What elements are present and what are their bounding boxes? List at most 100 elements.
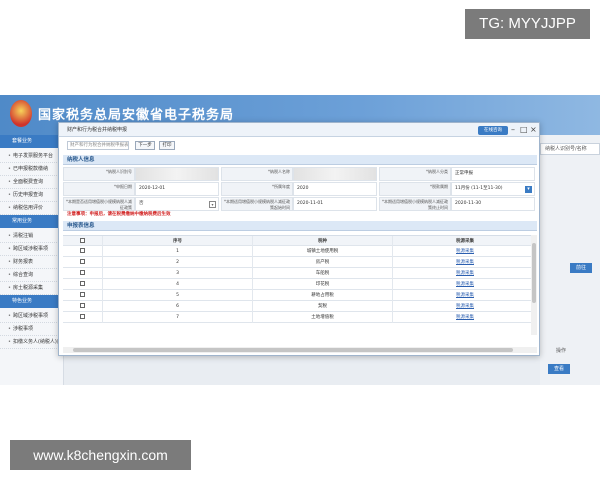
sidebar-item[interactable]: 跨区域涉税事项 xyxy=(0,243,63,256)
sidebar-category[interactable]: 常用业务 xyxy=(0,215,63,228)
form-field-value: 2020-11-01 xyxy=(293,197,377,211)
dialog-titlebar: 财产和行为税合并纳税申报 在线咨询 – □ × xyxy=(59,123,539,137)
site-title: 国家税务总局安徽省电子税务局 xyxy=(38,108,235,123)
sidebar-item[interactable]: 全面税费查询 xyxy=(0,176,63,189)
sidebar-item[interactable]: 历史申报查询 xyxy=(0,189,63,202)
table-header: 序号 税种 税源采集 xyxy=(63,235,537,247)
collect-tax-source-link[interactable]: 税源采集 xyxy=(456,315,474,320)
declaration-dialog: 财产和行为税合并纳税申报 在线咨询 – □ × 财产和行为税合并纳税申报表 下一… xyxy=(58,122,540,356)
go-button[interactable]: 前往 xyxy=(570,263,592,273)
horizontal-scroll-thumb[interactable] xyxy=(73,348,513,352)
sidebar-item[interactable]: 财务报表 xyxy=(0,256,63,269)
form-field-label: *纳税人分类 xyxy=(379,167,451,181)
collect-tax-source-link[interactable]: 税源采集 xyxy=(456,249,474,254)
notice-text: 注意事项：申报后，请在税费缴纳中缴纳税费后生效 xyxy=(67,212,171,217)
sidebar-item[interactable]: 清税注销 xyxy=(0,230,63,243)
form-field-select[interactable]: 11月份 (11-1至11-30) ▾ xyxy=(451,182,535,196)
row-checkbox[interactable] xyxy=(80,248,85,253)
chevron-down-icon[interactable]: ▾ xyxy=(525,186,532,193)
row-tax-type: 城镇土地使用税 xyxy=(253,246,393,257)
row-tax-type: 房产税 xyxy=(253,257,393,268)
form-field-label: *本期是否适用增值税小规模纳税人减征政策 xyxy=(63,197,135,211)
collect-tax-source-link[interactable]: 税源采集 xyxy=(456,282,474,287)
row-checkbox[interactable] xyxy=(80,259,85,264)
row-operation-cell: 税源采集 xyxy=(393,312,537,323)
sidebar-item[interactable]: 已申报税款缴纳 xyxy=(0,163,63,176)
sidebar-item[interactable]: 电子发票服务平台 xyxy=(0,150,63,163)
sidebar-item[interactable]: 涉税事项 xyxy=(0,323,63,336)
form-field: *本期是否适用增值税小规模纳税人减征政策否 ▾ xyxy=(63,197,219,211)
table-row: 1 城镇土地使用税 税源采集 xyxy=(63,246,537,257)
maximize-icon[interactable]: □ xyxy=(520,124,528,136)
sidebar-item[interactable]: 房土税源采集 xyxy=(0,282,63,295)
row-checkbox[interactable] xyxy=(80,314,85,319)
form-field-value: 正常申报 xyxy=(451,167,535,181)
taxpayer-info-section-title: 纳税人信息 xyxy=(63,155,537,165)
sidebar-category[interactable]: 套餐业务 xyxy=(0,135,63,148)
collect-tax-source-link[interactable]: 税源采集 xyxy=(456,260,474,265)
row-checkbox[interactable] xyxy=(80,270,85,275)
view-button[interactable]: 查看 xyxy=(548,364,570,374)
form-field-value xyxy=(135,167,219,181)
vertical-scrollbar[interactable] xyxy=(531,235,537,335)
sidebar: 套餐业务电子发票服务平台已申报税款缴纳全面税费查询历史申报查询纳税信用评价常用业… xyxy=(0,135,64,385)
row-operation-cell: 税源采集 xyxy=(393,268,537,279)
form-field-label: *所属年度 xyxy=(221,182,293,196)
form-field-value: 2020-12-01 xyxy=(135,182,219,196)
dialog-toolbar: 财产和行为税合并纳税申报表 下一步 打印 xyxy=(59,139,539,153)
minimize-icon[interactable]: – xyxy=(511,124,515,136)
vertical-scroll-thumb[interactable] xyxy=(532,243,536,303)
row-operation-cell: 税源采集 xyxy=(393,246,537,257)
tax-emblem-icon xyxy=(10,100,32,127)
row-tax-type: 印花税 xyxy=(253,279,393,290)
row-seq: 2 xyxy=(103,257,253,268)
print-button[interactable]: 打印 xyxy=(159,141,175,150)
row-tax-type: 车船税 xyxy=(253,268,393,279)
form-field: *本期适用增值税小规模纳税人减征政策终止时间 2020-11-30 xyxy=(379,197,535,211)
row-checkbox-cell xyxy=(63,290,103,301)
row-tax-type: 土地增值税 xyxy=(253,312,393,323)
close-icon[interactable]: × xyxy=(530,124,537,136)
form-field-label: *本期适用增值税小规模纳税人减征政策起始时间 xyxy=(221,197,293,211)
sidebar-category[interactable]: 特色业务 xyxy=(0,295,63,308)
table-row: 5 耕地占用税 税源采集 xyxy=(63,290,537,301)
form-field: *纳税人识别号 xyxy=(63,167,219,181)
online-help-button[interactable]: 在线咨询 xyxy=(478,126,508,135)
table-row: 7 土地增值税 税源采集 xyxy=(63,312,537,323)
sidebar-item[interactable]: 综合查询 xyxy=(0,269,63,282)
form-field-label: *申报日期 xyxy=(63,182,135,196)
form-field-text: 否 xyxy=(139,201,144,206)
form-type-select[interactable]: 财产和行为税合并纳税申报表 xyxy=(67,141,129,150)
form-field-select[interactable]: 否 ▾ xyxy=(135,197,219,211)
collect-tax-source-link[interactable]: 税源采集 xyxy=(456,304,474,309)
row-seq: 5 xyxy=(103,290,253,301)
operation-label: 操作 xyxy=(556,348,567,354)
collect-tax-source-link[interactable]: 税源采集 xyxy=(456,293,474,298)
form-field-text: 2020 xyxy=(297,186,309,191)
row-seq: 3 xyxy=(103,268,253,279)
row-tax-type: 耕地占用税 xyxy=(253,290,393,301)
row-operation-cell: 税源采集 xyxy=(393,279,537,290)
form-field: *纳税人分类 正常申报 xyxy=(379,167,535,181)
form-field-value: 2020-11-30 xyxy=(451,197,535,211)
row-checkbox[interactable] xyxy=(80,292,85,297)
row-checkbox[interactable] xyxy=(80,281,85,286)
form-field-text: 2020-11-01 xyxy=(297,201,324,206)
sidebar-item[interactable]: 纳税信用评价 xyxy=(0,202,63,215)
collect-tax-source-link[interactable]: 税源采集 xyxy=(456,271,474,276)
row-seq: 6 xyxy=(103,301,253,312)
select-all-checkbox[interactable] xyxy=(80,238,85,243)
declaration-section-title: 申报表信息 xyxy=(63,221,537,231)
form-field: *税款属期 11月份 (11-1至11-30) ▾ xyxy=(379,182,535,196)
dropdown-icon[interactable]: ▾ xyxy=(209,201,216,208)
next-step-button[interactable]: 下一步 xyxy=(135,141,155,150)
form-field-text: 2020-12-01 xyxy=(139,186,166,191)
sidebar-item[interactable]: 跨区域涉税事项 xyxy=(0,310,63,323)
row-checkbox[interactable] xyxy=(80,303,85,308)
sidebar-item[interactable]: 扣缴义务人(纳税人)自助申报 xyxy=(0,336,63,349)
row-tax-type: 契税 xyxy=(253,301,393,312)
form-field: *所属年度 2020 xyxy=(221,182,377,196)
form-field: *申报日期 2020-12-01 xyxy=(63,182,219,196)
horizontal-scrollbar[interactable] xyxy=(63,347,537,353)
search-input[interactable]: 纳税人识别号/名称 xyxy=(540,143,600,155)
